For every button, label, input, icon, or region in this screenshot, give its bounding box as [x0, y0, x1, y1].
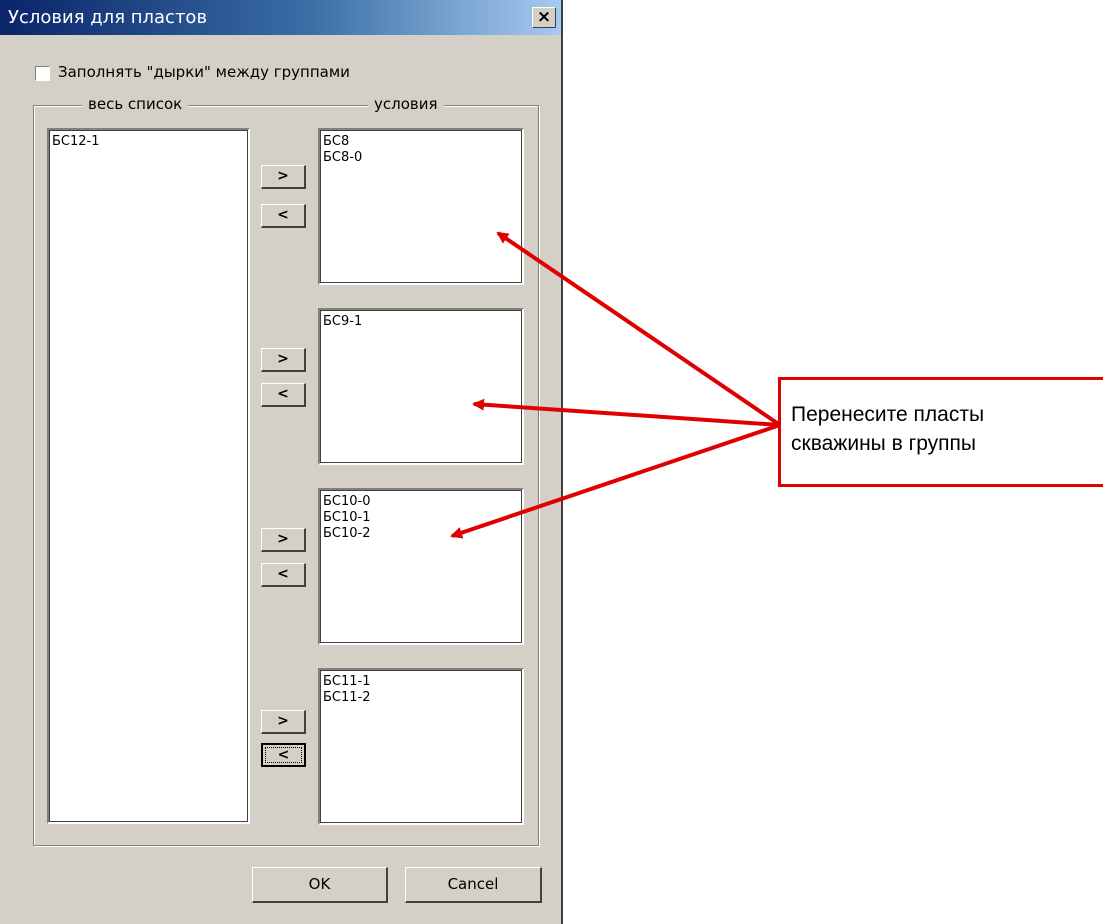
arrow-to-group-1	[496, 231, 782, 427]
annotation-text-line-1: Перенесите пласты	[791, 403, 985, 426]
annotation-text-line-2: скважины в группы	[791, 432, 977, 455]
arrow-to-group-2	[472, 398, 781, 427]
annotation-callout: Перенесите пласты скважины в группы	[778, 377, 1103, 487]
arrow-to-group-3	[450, 423, 781, 539]
